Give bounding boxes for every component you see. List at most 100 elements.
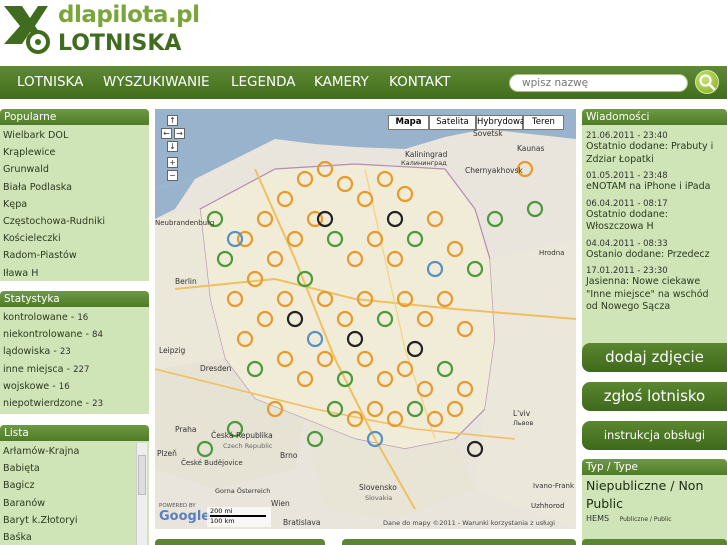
stats-row[interactable]: kontrolowane - 16 (0, 309, 149, 326)
map-label: Chernyakhovsk (465, 166, 523, 175)
stats-title: Statystyka (0, 291, 149, 307)
list-item[interactable]: Baśka (0, 529, 149, 545)
popular-item[interactable]: Kościeleczki (0, 230, 149, 247)
map-label: Česká Republika (211, 431, 273, 440)
type-code-desc: Publiczne / Public (619, 516, 672, 523)
news-link[interactable]: eNOTAM na iPhone i iPada (582, 181, 727, 194)
bottom-tab (342, 539, 576, 545)
nav-legenda[interactable]: LEGENDA (231, 74, 296, 90)
search-input[interactable] (522, 75, 682, 91)
popular-item[interactable]: Częstochowa-Rudniki (0, 213, 149, 230)
map-label: Brno (280, 451, 298, 460)
type-title: Typ / Type (582, 459, 727, 475)
search-button[interactable] (695, 70, 719, 94)
list-item[interactable]: Babięta (0, 460, 149, 477)
map-label: Uzhhorod (531, 502, 565, 510)
nav-lotniska[interactable]: LOTNISKA (17, 74, 83, 90)
news-date: 01.05.2011 - 23:48 (586, 171, 668, 181)
type-panel: Typ / Type Niepubliczne / Non Public HEM… (582, 459, 727, 545)
brand-top[interactable]: dlapilota.pl (58, 2, 200, 28)
popular-item[interactable]: Krąplewice (0, 144, 149, 161)
stats-row[interactable]: wojskowe - 16 (0, 378, 149, 395)
map-type-teren[interactable]: Teren (523, 115, 564, 130)
news-link[interactable]: Jasienna: Nowe ciekawe "Inne miejsce" na… (582, 276, 727, 314)
popular-item[interactable]: Grunwald (0, 161, 149, 178)
pan-left-icon[interactable]: ← (161, 128, 172, 139)
map-label: České Budějovice (181, 459, 243, 467)
popular-item[interactable]: Biała Podlaska (0, 179, 149, 196)
map-label: Praha (175, 425, 197, 434)
map-scale: 200 mi 100 km (207, 507, 271, 527)
map-label: Berlin (175, 277, 197, 286)
popular-item[interactable]: Kępa (0, 196, 149, 213)
zoom-out-icon[interactable]: − (167, 170, 178, 181)
popular-panel: Popularne Wielbark DOL Krąplewice Grunwa… (0, 109, 149, 281)
search-icon (699, 74, 716, 91)
report-airfield-button[interactable]: zgłoś lotnisko (582, 382, 727, 411)
map-type-satelita[interactable]: Satelita (429, 115, 476, 130)
news-link[interactable]: Ostatnio dodane: Włoszczowa H (582, 209, 727, 234)
map-label: Bratislava (283, 518, 321, 527)
header: dlapilota.pl LOTNISKA (0, 0, 727, 66)
list-item[interactable]: Baryt k.Złotoryi (0, 512, 149, 529)
map-copyright[interactable]: Dane do mapy ©2011 - Warunki korzystania… (383, 519, 555, 527)
map-type-mapa[interactable]: Mapa (388, 115, 429, 130)
map-label: Neubrandenburg (155, 219, 215, 227)
add-photo-button[interactable]: dodaj zdjęcie (582, 343, 727, 372)
map-label: Львов (513, 419, 534, 427)
map-label: Gorna Österreich (215, 487, 271, 495)
map-label: Plzeň (157, 449, 177, 458)
map-label: Hrodna (539, 249, 565, 257)
map-type-hybrydowa[interactable]: Hybrydowa (476, 115, 525, 130)
map-label: Dresden (200, 364, 232, 373)
stats-panel: Statystyka kontrolowane - 16 niekontrolo… (0, 291, 149, 414)
brand-bottom[interactable]: LOTNISKA (58, 31, 181, 56)
list-item[interactable]: Arłamów-Krajna (0, 443, 149, 460)
news-panel: Wiadomości 21.06.2011 - 23:40 Ostatnio d… (582, 109, 727, 354)
main-nav: LOTNISKA WYSZUKIWANIE LEGENDA KAMERY KON… (0, 66, 727, 99)
news-link[interactable]: Ostanio dodane: Przedecz (582, 249, 727, 262)
zoom-in-icon[interactable]: + (167, 157, 178, 168)
bottom-tab (582, 539, 727, 545)
pan-up-icon[interactable]: ↑ (167, 115, 178, 126)
map-label: Калининград (401, 159, 447, 167)
scroll-thumb[interactable] (138, 455, 146, 495)
logo-icon[interactable] (2, 4, 50, 54)
news-date: 04.04.2011 - 08:33 (586, 238, 668, 249)
list-title: Lista (0, 425, 149, 441)
map-view[interactable]: Mapa Satelita Hybrydowa Teren ↑ ← → ↓ + … (155, 109, 576, 529)
bottom-tab (155, 539, 325, 545)
list-item[interactable]: Baranów (0, 495, 149, 512)
search-box (509, 74, 688, 92)
map-label: Kaliningrad (405, 150, 448, 159)
pan-right-icon[interactable]: → (174, 128, 185, 139)
popular-item[interactable]: Iława H (0, 265, 149, 282)
list-panel: Lista Arłamów-Krajna Babięta Bagicz Bara… (0, 425, 149, 545)
map-label: Czech Republic (223, 442, 273, 450)
nav-kamery[interactable]: KAMERY (314, 74, 369, 90)
list-scrollbar[interactable] (136, 443, 147, 545)
map-label: Slovakia (365, 494, 393, 502)
news-date: 17.01.2011 - 23:30 (586, 266, 668, 276)
help-button[interactable]: instrukcja obsługi (582, 421, 727, 450)
type-value: Niepubliczne / Non Public (586, 478, 704, 511)
google-logo-icon[interactable]: Google (159, 509, 210, 524)
popular-item[interactable]: Radom-Piastów (0, 247, 149, 264)
type-code-row: HEMS Publiczne / Public (586, 514, 723, 523)
popular-item[interactable]: Wielbark DOL (0, 127, 149, 144)
pan-down-icon[interactable]: ↓ (167, 141, 178, 152)
list-item[interactable]: Bagicz (0, 477, 149, 494)
stats-row[interactable]: niepotwierdzone - 23 (0, 395, 149, 412)
news-title: Wiadomości (582, 109, 727, 125)
stats-row[interactable]: inne miejsca - 227 (0, 361, 149, 378)
news-link[interactable]: Ostatnio dodane: Prabuty i Zdziar Łopatk… (582, 141, 727, 166)
map-label: L'viv (513, 409, 531, 418)
stats-row[interactable]: niekontrolowane - 84 (0, 326, 149, 343)
nav-wyszukiwanie[interactable]: WYSZUKIWANIE (103, 74, 210, 90)
map-label: Ivano-Frank (533, 482, 575, 490)
news-date: 21.06.2011 - 23:40 (586, 131, 668, 141)
map-label: Sovetsk (473, 129, 503, 138)
nav-kontakt[interactable]: KONTAKT (389, 74, 450, 90)
map-label: Wien (271, 499, 290, 508)
stats-row[interactable]: lądowiska - 23 (0, 343, 149, 360)
